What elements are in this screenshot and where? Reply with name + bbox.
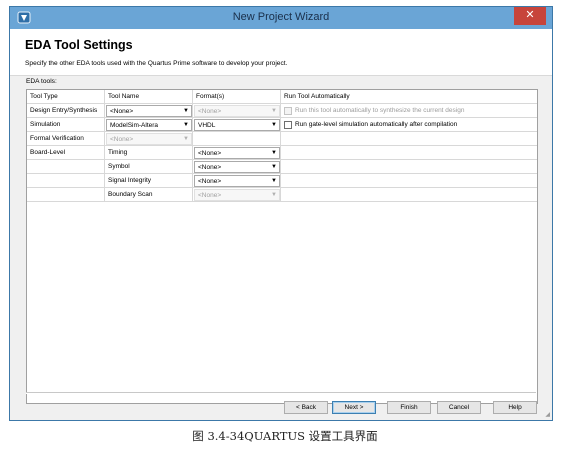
tool-type-cell — [27, 188, 105, 202]
figure-caption: 图 3.4-34QUARTUS 设置工具界面 — [192, 429, 378, 443]
tool-type-design-entry: Design Entry/Synthesis — [27, 104, 105, 118]
chevron-down-icon: ▼ — [271, 192, 277, 198]
button-separator — [26, 392, 536, 394]
run-cell — [281, 174, 537, 188]
close-icon: ✕ — [525, 9, 535, 21]
chevron-down-icon: ▼ — [271, 122, 277, 128]
tool-name-cell: ModelSim-Altera ▼ — [105, 118, 193, 132]
run-synthesis-label: Run this tool automatically to synthesiz… — [295, 107, 465, 114]
column-header-formats: Format(s) — [193, 90, 281, 104]
column-header-tool-name: Tool Name — [105, 90, 193, 104]
format-cell: <None> ▼ — [193, 188, 281, 202]
cancel-button[interactable]: Cancel — [437, 401, 481, 414]
column-header-run-automatically: Run Tool Automatically — [281, 90, 537, 104]
selected-value: <None> — [198, 150, 222, 157]
wizard-header: EDA Tool Settings Specify the other EDA … — [10, 29, 552, 76]
selected-value: <None> — [198, 108, 222, 115]
tool-name-boundary-scan: Boundary Scan — [105, 188, 193, 202]
tool-name-cell: <None> ▼ — [105, 104, 193, 118]
finish-button[interactable]: Finish — [387, 401, 431, 414]
chevron-down-icon: ▼ — [271, 164, 277, 170]
format-cell: <None> ▼ — [193, 104, 281, 118]
format-cell: VHDL ▼ — [193, 118, 281, 132]
format-dropdown-design-entry: <None> ▼ — [194, 105, 280, 117]
selected-value: <None> — [198, 164, 222, 171]
tool-type-cell — [27, 160, 105, 174]
tool-type-simulation: Simulation — [27, 118, 105, 132]
eda-tools-table: Tool Type Tool Name Format(s) Run Tool A… — [26, 89, 538, 404]
chevron-down-icon: ▼ — [271, 150, 277, 156]
format-dropdown-signal-integrity[interactable]: <None> ▼ — [194, 175, 280, 187]
format-cell: <None> ▼ — [193, 174, 281, 188]
help-button[interactable]: Help — [493, 401, 537, 414]
tool-type-cell — [27, 174, 105, 188]
tool-name-timing: Timing — [105, 146, 193, 160]
run-cell — [281, 146, 537, 160]
eda-tools-label: EDA tools: — [26, 78, 57, 85]
selected-value: VHDL — [198, 122, 216, 129]
run-synthesis-checkbox — [284, 107, 292, 115]
format-cell — [193, 132, 281, 146]
title-bar[interactable]: New Project Wizard ✕ — [10, 7, 552, 29]
tool-name-dropdown-formal-verification: <None> ▼ — [106, 133, 192, 145]
chevron-down-icon: ▼ — [183, 122, 189, 128]
wizard-client-area: EDA Tool Settings Specify the other EDA … — [10, 29, 552, 420]
format-dropdown-simulation[interactable]: VHDL ▼ — [194, 119, 280, 131]
tool-name-dropdown-design-entry[interactable]: <None> ▼ — [106, 105, 192, 117]
window-title: New Project Wizard — [232, 11, 330, 23]
selected-value: <None> — [198, 178, 222, 185]
back-button[interactable]: < Back — [284, 401, 328, 414]
format-dropdown-symbol[interactable]: <None> ▼ — [194, 161, 280, 173]
wizard-window: New Project Wizard ✕ EDA Tool Settings S… — [9, 6, 553, 421]
format-dropdown-timing[interactable]: <None> ▼ — [194, 147, 280, 159]
selected-value: <None> — [198, 192, 222, 199]
format-dropdown-boundary-scan: <None> ▼ — [194, 189, 280, 201]
tool-name-dropdown-simulation[interactable]: ModelSim-Altera ▼ — [106, 119, 192, 131]
selected-value: ModelSim-Altera — [110, 122, 159, 129]
next-button[interactable]: Next > — [332, 401, 376, 414]
chevron-down-icon: ▼ — [271, 108, 277, 114]
tool-name-symbol: Symbol — [105, 160, 193, 174]
format-cell: <None> ▼ — [193, 160, 281, 174]
chevron-down-icon: ▼ — [183, 108, 189, 114]
selected-value: <None> — [110, 108, 134, 115]
selected-value: <None> — [110, 136, 134, 143]
page-subtitle: Specify the other EDA tools used with th… — [25, 60, 288, 67]
run-cell — [281, 188, 537, 202]
tool-name-cell: <None> ▼ — [105, 132, 193, 146]
close-button[interactable]: ✕ — [514, 7, 546, 25]
format-cell: <None> ▼ — [193, 146, 281, 160]
run-simulation-checkbox[interactable] — [284, 121, 292, 129]
tool-name-signal-integrity: Signal Integrity — [105, 174, 193, 188]
run-cell: Run gate-level simulation automatically … — [281, 118, 537, 132]
run-simulation-label[interactable]: Run gate-level simulation automatically … — [295, 120, 457, 130]
run-cell — [281, 132, 537, 146]
run-cell — [281, 160, 537, 174]
run-cell: Run this tool automatically to synthesiz… — [281, 104, 537, 118]
chevron-down-icon: ▼ — [271, 178, 277, 184]
resize-grip-icon[interactable]: ◢ — [545, 411, 550, 418]
chevron-down-icon: ▼ — [183, 136, 189, 142]
column-header-tool-type: Tool Type — [27, 90, 105, 104]
tool-type-board-level: Board-Level — [27, 146, 105, 160]
page-title: EDA Tool Settings — [25, 38, 133, 52]
tool-type-formal-verification: Formal Verification — [27, 132, 105, 146]
